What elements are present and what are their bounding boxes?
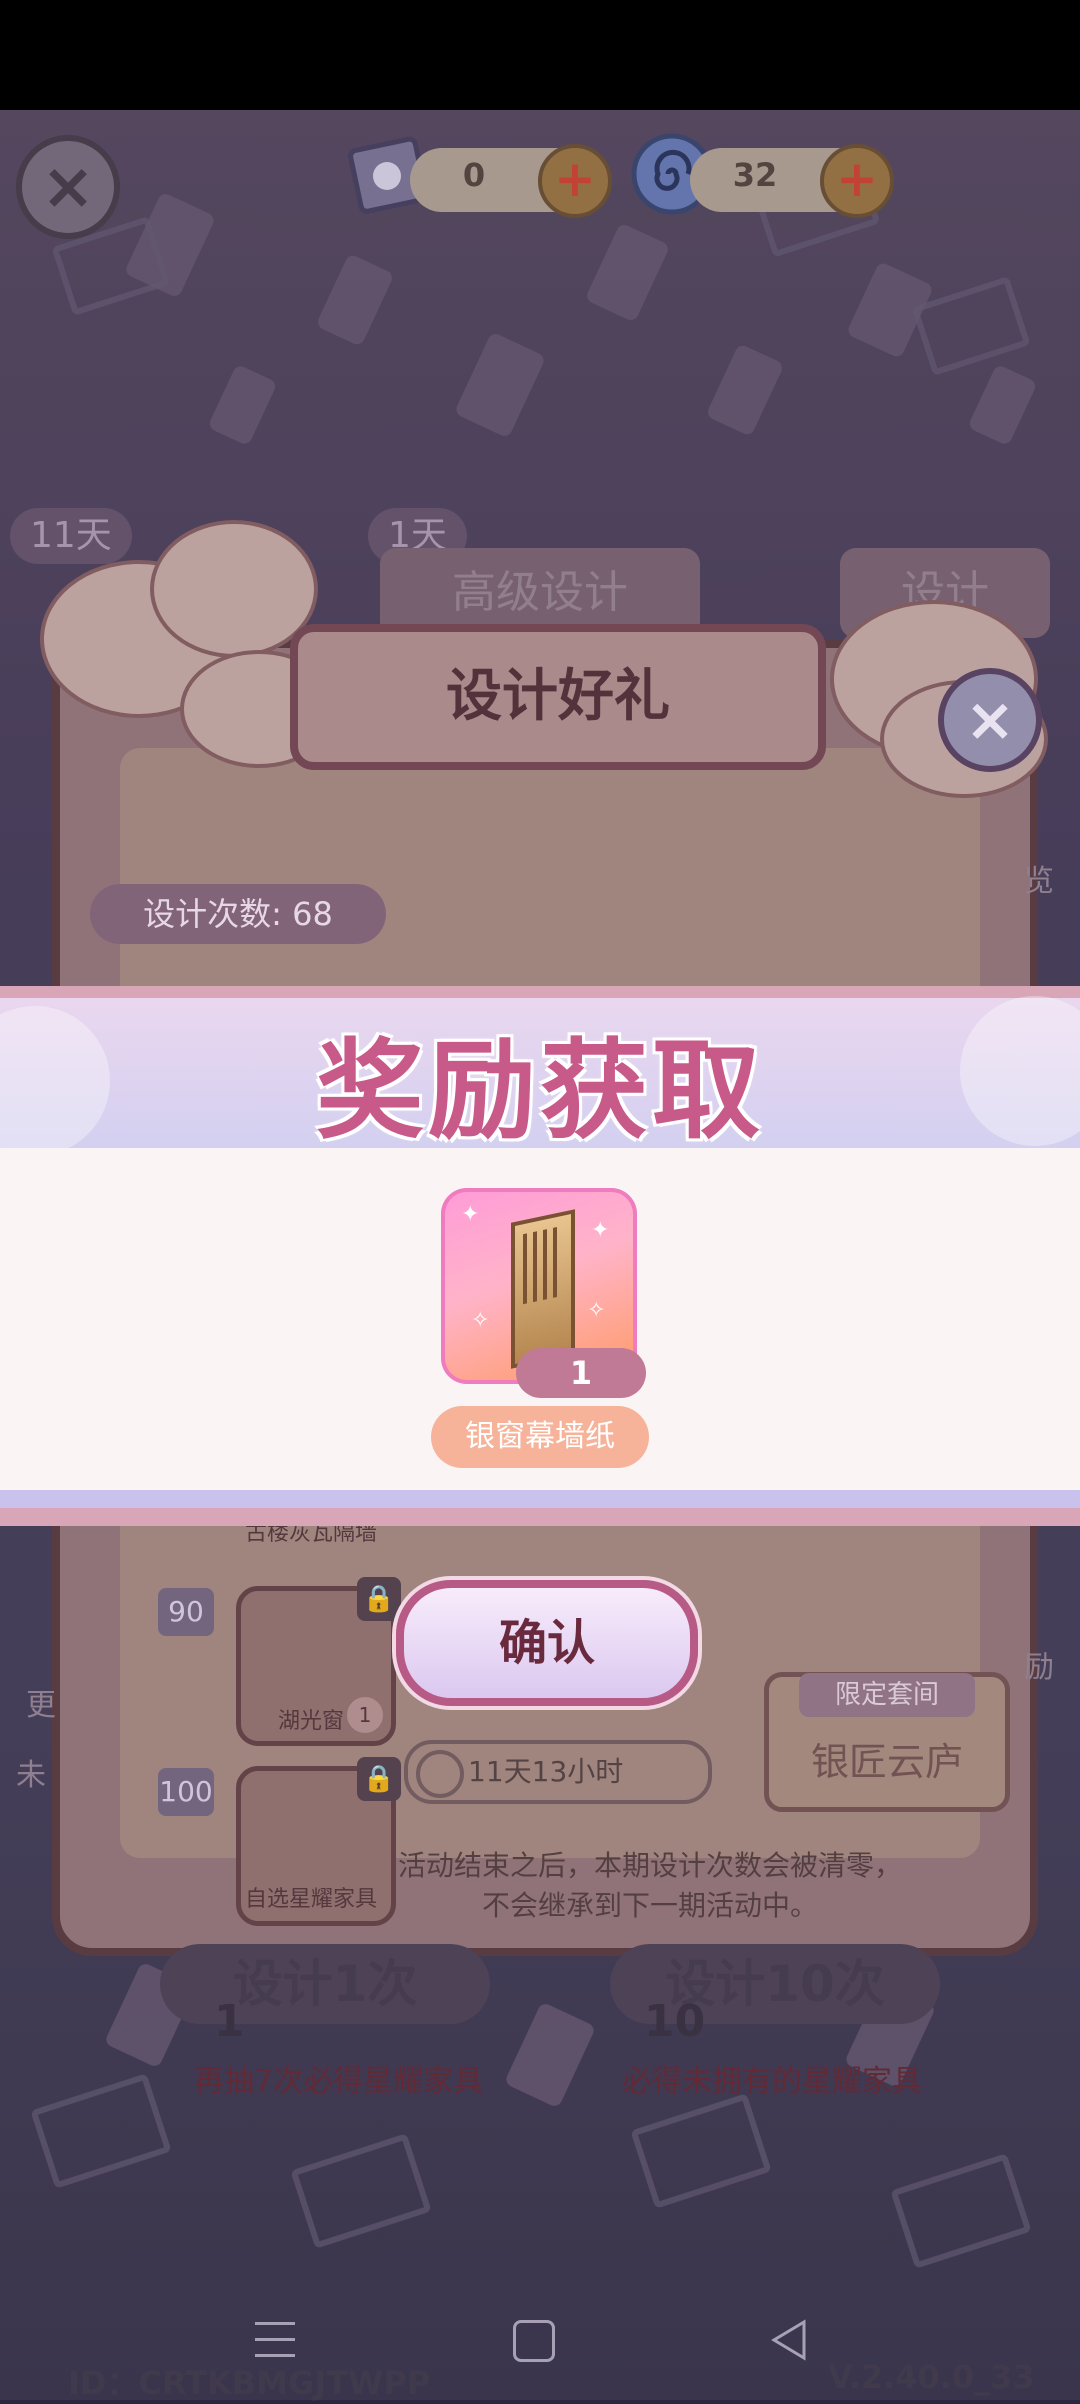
back-icon[interactable] xyxy=(768,2318,812,2362)
home-icon[interactable] xyxy=(513,2320,555,2362)
status-bar xyxy=(0,0,1080,110)
sparkle-icon: ✦ xyxy=(591,1218,610,1243)
app-version: V.2.40.0_33 xyxy=(828,2358,1035,2396)
reward-title: 奖励获取 xyxy=(315,1029,764,1154)
player-id: ID：CRTKBMGJTWPP xyxy=(68,2364,431,2402)
sparkle-icon: ✦ xyxy=(461,1202,480,1227)
sparkle-icon: ✧ xyxy=(587,1298,606,1323)
reward-banner-footer xyxy=(0,1490,1080,1526)
reward-quantity: 1 xyxy=(516,1348,646,1398)
recent-apps-icon[interactable] xyxy=(255,2318,295,2362)
wallpaper-icon xyxy=(511,1209,575,1369)
confirm-button[interactable]: 确认 xyxy=(396,1580,698,1706)
reward-banner-header: 奖励获取 xyxy=(0,986,1080,1156)
reward-item-name: 银窗幕墙纸 xyxy=(431,1406,649,1468)
sparkle-icon: ✧ xyxy=(471,1308,490,1333)
